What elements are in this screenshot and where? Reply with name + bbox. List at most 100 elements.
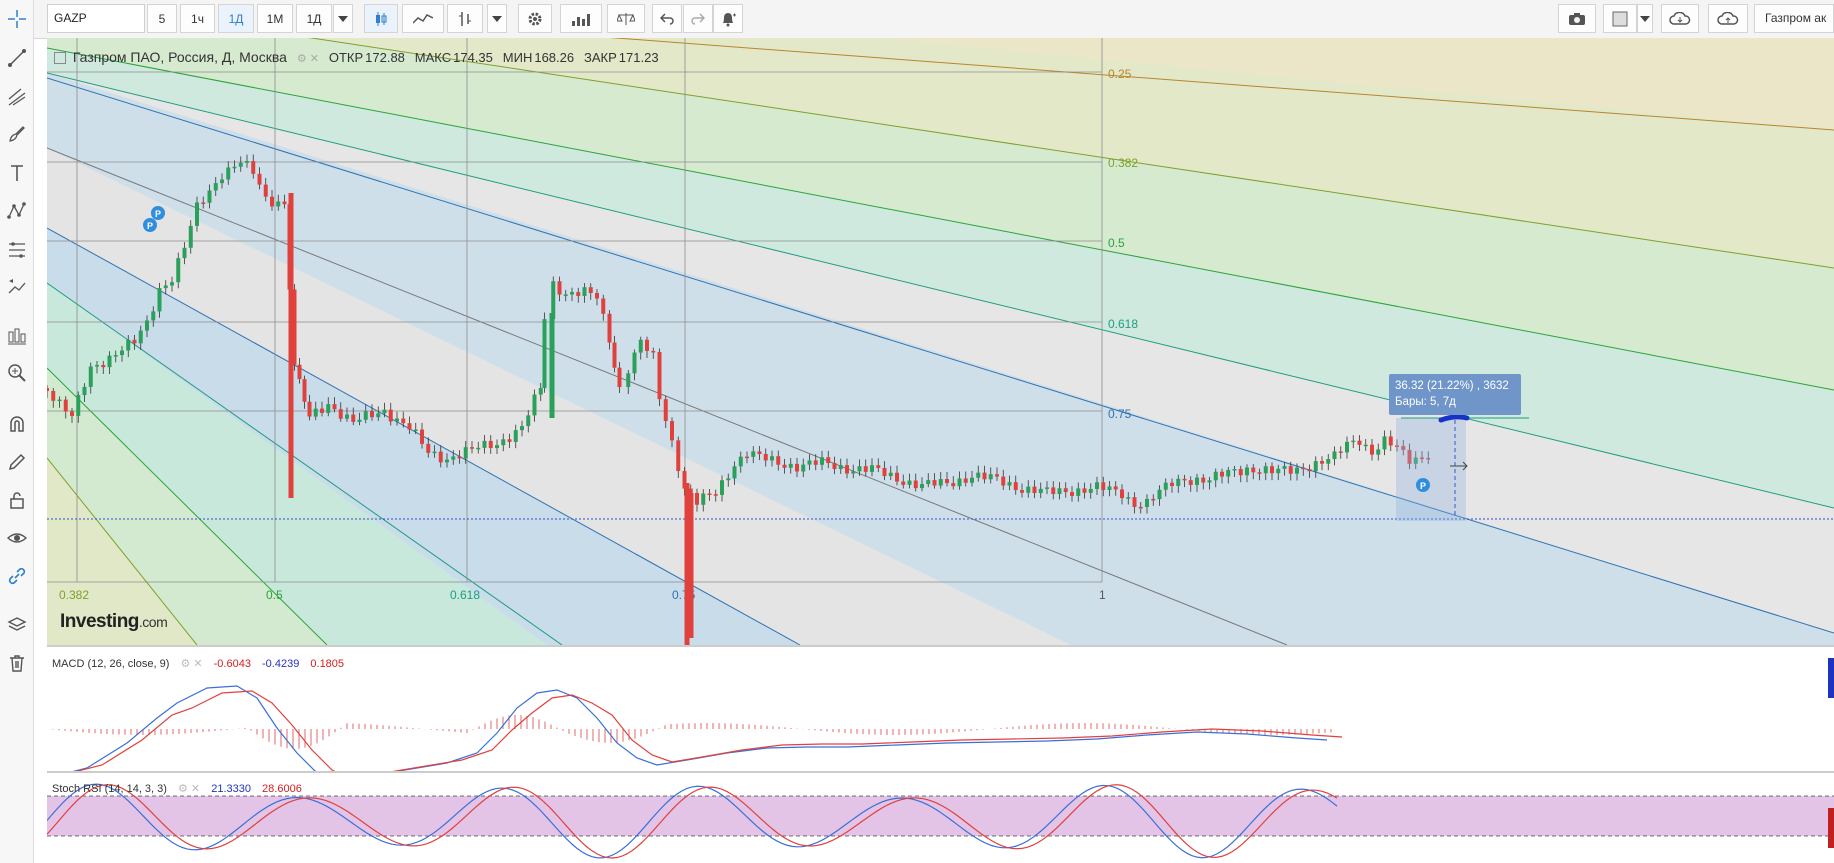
fib-retracement-icon[interactable] xyxy=(4,237,30,263)
interval-dropdown-value[interactable]: 1Д xyxy=(296,4,332,33)
chart-type-chevron-down-icon[interactable] xyxy=(487,4,507,33)
stoch-settings-icon[interactable]: ⚙ ✕ xyxy=(178,783,200,795)
candle-body xyxy=(970,477,974,483)
candle-body xyxy=(617,367,622,388)
candle-body xyxy=(451,456,456,460)
saved-layout-name[interactable]: Газпром ак xyxy=(1754,4,1834,33)
measure-handle-highlight[interactable] xyxy=(1438,414,1470,423)
indicators-icon[interactable] xyxy=(560,4,602,33)
gear-icon[interactable] xyxy=(518,4,552,33)
layers-icon[interactable] xyxy=(4,612,30,638)
candle-body xyxy=(1120,489,1124,499)
candle-body xyxy=(1070,492,1074,496)
cloud-download-icon[interactable] xyxy=(1661,4,1699,33)
template-square-icon[interactable] xyxy=(1603,4,1637,33)
candle-body xyxy=(995,474,999,477)
candle-body xyxy=(820,457,824,465)
candle-body xyxy=(1345,441,1349,453)
candle-body xyxy=(470,447,474,449)
candle-body xyxy=(257,173,262,185)
interval-1h-button[interactable]: 1ч xyxy=(180,4,215,33)
candle-body xyxy=(770,456,774,461)
alert-bell-icon[interactable] xyxy=(713,4,743,33)
candle-body xyxy=(745,456,749,459)
candle-body xyxy=(307,401,312,417)
candle-body xyxy=(101,365,106,368)
candle-body xyxy=(1157,489,1162,500)
stoch-rsi-pane[interactable] xyxy=(47,773,1834,863)
candle-body xyxy=(945,479,949,484)
pencil-lock-icon[interactable] xyxy=(4,449,30,475)
candle-body xyxy=(1095,482,1099,489)
candle-body xyxy=(213,183,218,191)
stoch-legend[interactable]: Stoch RSI (14, 14, 3, 3) ⚙ ✕ 21.3330 28.… xyxy=(52,782,310,795)
macd-settings-icon[interactable]: ⚙ ✕ xyxy=(180,658,202,670)
candle-body xyxy=(813,460,818,465)
crosshair-icon[interactable] xyxy=(4,6,30,32)
candle-body xyxy=(195,202,199,226)
price-chart-canvas[interactable]: 0.25 0.382 0.5 0.618 0.75 0.382 0.5 0.61… xyxy=(47,38,1834,863)
candle-body xyxy=(888,472,893,477)
redo-icon[interactable] xyxy=(683,4,713,33)
candle-body xyxy=(1370,444,1374,455)
symbol-input[interactable]: GAZP xyxy=(47,4,145,33)
candle-body xyxy=(413,429,418,432)
candle-body xyxy=(270,196,274,207)
measure-icon[interactable] xyxy=(4,274,30,300)
candle-body xyxy=(370,411,374,418)
candle-body xyxy=(320,408,324,413)
candle-body xyxy=(1313,461,1318,472)
line-chart-type-icon[interactable] xyxy=(402,4,444,33)
lock-icon[interactable] xyxy=(4,487,30,513)
trash-icon[interactable] xyxy=(4,650,30,676)
close-value: 171.23 xyxy=(618,50,659,65)
interval-1m-button[interactable]: 1М xyxy=(257,4,293,33)
candle-body xyxy=(532,394,537,416)
brush-icon[interactable] xyxy=(4,121,30,147)
pattern-icon[interactable] xyxy=(4,198,30,224)
trend-line-icon[interactable] xyxy=(4,45,30,71)
magnet-icon[interactable] xyxy=(4,411,30,437)
candles-chart-type-icon[interactable] xyxy=(364,4,398,33)
compare-scales-icon[interactable] xyxy=(607,4,645,33)
candle-body xyxy=(920,484,924,489)
candle-body xyxy=(201,202,206,204)
candle-body xyxy=(895,472,899,482)
cloud-upload-icon[interactable] xyxy=(1708,4,1748,33)
macd-title: MACD (12, 26, close, 9) xyxy=(52,658,170,670)
candle-body xyxy=(1226,469,1231,477)
undo-icon[interactable] xyxy=(652,4,682,33)
candle-body xyxy=(457,456,462,459)
candle-body xyxy=(220,179,224,184)
legend-settings-icon[interactable]: ⚙ ✕ xyxy=(297,53,319,65)
eye-icon[interactable] xyxy=(4,525,30,551)
fib-label-05: 0.5 xyxy=(1108,236,1125,250)
candle-body xyxy=(1088,488,1093,493)
main-price-pane[interactable]: 0.25 0.382 0.5 0.618 0.75 0.382 0.5 0.61… xyxy=(47,38,1834,646)
interval-chevron-down-icon[interactable] xyxy=(333,4,353,33)
fib-label-075: 0.75 xyxy=(1108,407,1132,421)
candle-body xyxy=(932,480,937,486)
series-legend[interactable]: Газпром ПАО, Россия, Д, Москва ⚙ ✕ ОТКР 1… xyxy=(54,49,665,65)
pitchfork-icon[interactable] xyxy=(4,84,30,110)
camera-icon[interactable] xyxy=(1558,4,1596,33)
candle-body xyxy=(1213,471,1218,481)
candle-body xyxy=(1263,466,1268,474)
macd-value-2: -0.4239 xyxy=(262,658,300,670)
interval-1d-button[interactable]: 1Д xyxy=(218,4,254,33)
zoom-in-icon[interactable] xyxy=(4,360,30,386)
macd-legend[interactable]: MACD (12, 26, close, 9) ⚙ ✕ -0.6043 -0.4… xyxy=(52,657,352,670)
candle-body xyxy=(807,460,812,465)
text-tool-icon[interactable] xyxy=(4,160,30,186)
macd-value-3: 0.1805 xyxy=(310,658,345,670)
collapse-legend-icon[interactable] xyxy=(54,52,66,65)
candles-pattern-icon[interactable] xyxy=(4,323,30,349)
interval-5-button[interactable]: 5 xyxy=(147,4,177,33)
bars-chart-type-icon[interactable] xyxy=(447,4,483,33)
candle-body xyxy=(882,467,887,477)
candle-body xyxy=(401,418,406,424)
link-icon[interactable] xyxy=(4,563,30,589)
template-chevron-down-icon[interactable] xyxy=(1637,4,1653,33)
candle-body xyxy=(963,478,968,483)
candle-body xyxy=(1020,490,1024,493)
